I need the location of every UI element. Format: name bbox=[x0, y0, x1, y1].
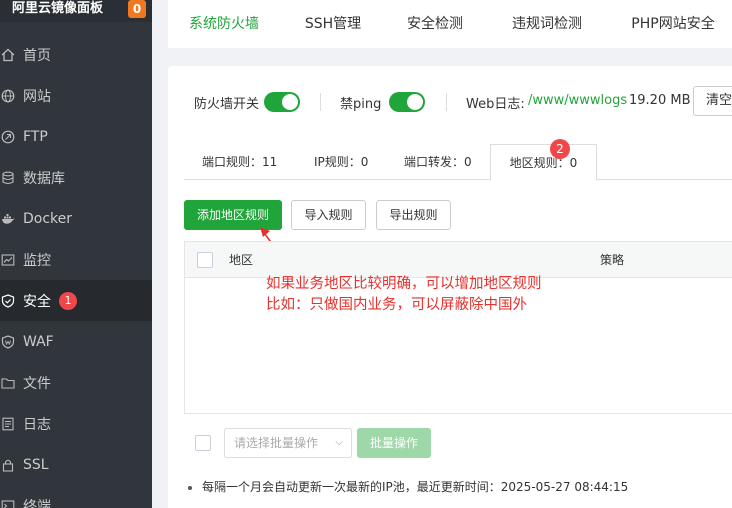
sidebar-item-monitor[interactable]: 监控 bbox=[0, 239, 152, 280]
tab-port-rules[interactable]: 端口规则：11 bbox=[202, 144, 277, 180]
export-rules-button[interactable]: 导出规则 bbox=[376, 200, 451, 230]
firewall-toggle[interactable] bbox=[264, 92, 300, 112]
firewall-switch-label: 防火墙开关 bbox=[194, 97, 260, 112]
divider bbox=[446, 93, 447, 111]
monitor-icon bbox=[1, 253, 15, 267]
ping-switch-label: 禁ping bbox=[340, 97, 382, 112]
log-icon bbox=[1, 417, 15, 431]
shield-icon bbox=[1, 293, 15, 308]
sidebar-item-ssl[interactable]: SSL bbox=[0, 444, 152, 485]
sidebar-item-home[interactable]: 首页 bbox=[0, 34, 152, 75]
notification-count[interactable]: 0 bbox=[128, 0, 146, 18]
docker-icon bbox=[1, 212, 15, 226]
sidebar-item-label: 文件 bbox=[23, 375, 51, 392]
batch-operation-button[interactable]: 批量操作 bbox=[357, 428, 431, 458]
sidebar-header: 阿里云镜像面板 0 bbox=[0, 0, 152, 22]
sidebar-item-label: 终端 bbox=[23, 498, 51, 508]
top-tabs: 系统防火墙 SSH管理 安全检测 违规词检测 PHP网站安全 bbox=[168, 0, 732, 48]
bullet-icon bbox=[188, 485, 192, 490]
update-note-text: 每隔一个月会自动更新一次最新的IP池，最近更新时间：2025-05-27 08:… bbox=[202, 480, 629, 494]
sidebar-item-label: 日志 bbox=[23, 416, 51, 433]
sidebar-item-label: 首页 bbox=[23, 47, 51, 64]
sidebar-item-terminal[interactable]: 终端 bbox=[0, 485, 152, 508]
ping-toggle[interactable] bbox=[389, 92, 425, 112]
ssl-icon bbox=[1, 458, 15, 472]
home-icon bbox=[1, 48, 15, 62]
terminal-icon bbox=[1, 499, 15, 508]
column-header-policy: 策略 bbox=[600, 253, 625, 267]
web-log-size: 19.20 MB bbox=[629, 93, 691, 108]
database-icon bbox=[1, 171, 15, 185]
firewall-panel: 防火墙开关 禁ping Web日志: /www/wwwlogs 19.20 MB… bbox=[168, 66, 732, 508]
step-badge: 2 bbox=[550, 139, 570, 159]
import-rules-button[interactable]: 导入规则 bbox=[291, 200, 366, 230]
sidebar: 阿里云镜像面板 0 首页 网站 FTP 数据库 Docker 监控 安全 1 W… bbox=[0, 0, 152, 508]
clear-log-button[interactable]: 清空 bbox=[693, 86, 732, 116]
sidebar-item-docker[interactable]: Docker bbox=[0, 198, 152, 239]
web-log-path-link[interactable]: /www/wwwlogs bbox=[528, 93, 627, 108]
tab-ssh-management[interactable]: SSH管理 bbox=[289, 0, 377, 48]
annotation-line-2: 比如：只做国内业务，可以屏蔽除中国外 bbox=[266, 297, 527, 313]
sidebar-item-security[interactable]: 安全 1 bbox=[0, 280, 152, 321]
tab-security-scan[interactable]: 安全检测 bbox=[391, 0, 479, 48]
tab-ip-rules[interactable]: IP规则：0 bbox=[314, 144, 368, 180]
waf-icon bbox=[1, 334, 15, 349]
sidebar-item-label: 安全 bbox=[23, 293, 51, 310]
sidebar-item-website[interactable]: 网站 bbox=[0, 75, 152, 116]
app-title: 阿里云镜像面板 bbox=[12, 1, 104, 16]
batch-select-placeholder: 请选择批量操作 bbox=[234, 436, 319, 450]
sidebar-item-logs[interactable]: 日志 bbox=[0, 403, 152, 444]
sidebar-item-files[interactable]: 文件 bbox=[0, 362, 152, 403]
tab-port-forward[interactable]: 端口转发：0 bbox=[404, 144, 472, 180]
folder-icon bbox=[1, 376, 15, 390]
select-all-checkbox[interactable] bbox=[197, 252, 213, 268]
sidebar-item-label: Docker bbox=[23, 210, 73, 227]
sidebar-item-label: 监控 bbox=[23, 252, 51, 269]
chevron-down-icon: ⌵ bbox=[335, 437, 343, 448]
sidebar-item-label: FTP bbox=[23, 128, 48, 145]
sidebar-item-database[interactable]: 数据库 bbox=[0, 157, 152, 198]
table-header: 地区 策略 bbox=[185, 242, 732, 278]
sidebar-item-ftp[interactable]: FTP bbox=[0, 116, 152, 157]
region-rules-table: 地区 策略 bbox=[184, 241, 732, 414]
rule-tabs: 端口规则：11 IP规则：0 端口转发：0 地区规则：0 bbox=[184, 144, 732, 181]
sidebar-item-label: 网站 bbox=[23, 88, 51, 105]
column-header-region: 地区 bbox=[229, 253, 254, 267]
tab-region-rules[interactable]: 地区规则：0 bbox=[490, 144, 597, 181]
tab-banned-words[interactable]: 违规词检测 bbox=[498, 0, 596, 48]
batch-operation-select[interactable]: 请选择批量操作 ⌵ bbox=[224, 428, 352, 458]
sidebar-item-label: 数据库 bbox=[23, 170, 65, 187]
divider bbox=[320, 93, 321, 111]
batch-select-checkbox[interactable] bbox=[195, 435, 211, 451]
sidebar-item-waf[interactable]: WAF bbox=[0, 321, 152, 362]
tab-php-site-security[interactable]: PHP网站安全 bbox=[623, 0, 723, 48]
step-badge: 1 bbox=[59, 291, 77, 310]
web-log-label: Web日志: bbox=[466, 97, 525, 112]
globe-icon bbox=[1, 89, 15, 103]
ip-pool-update-note: 每隔一个月会自动更新一次最新的IP池，最近更新时间：2025-05-27 08:… bbox=[188, 478, 628, 495]
annotation-line-1: 如果业务地区比较明确，可以增加地区规则 bbox=[266, 276, 542, 292]
sidebar-item-label: WAF bbox=[23, 333, 54, 350]
sidebar-item-label: SSL bbox=[23, 456, 49, 473]
ftp-icon bbox=[1, 130, 15, 144]
tab-system-firewall[interactable]: 系统防火墙 bbox=[168, 0, 280, 48]
